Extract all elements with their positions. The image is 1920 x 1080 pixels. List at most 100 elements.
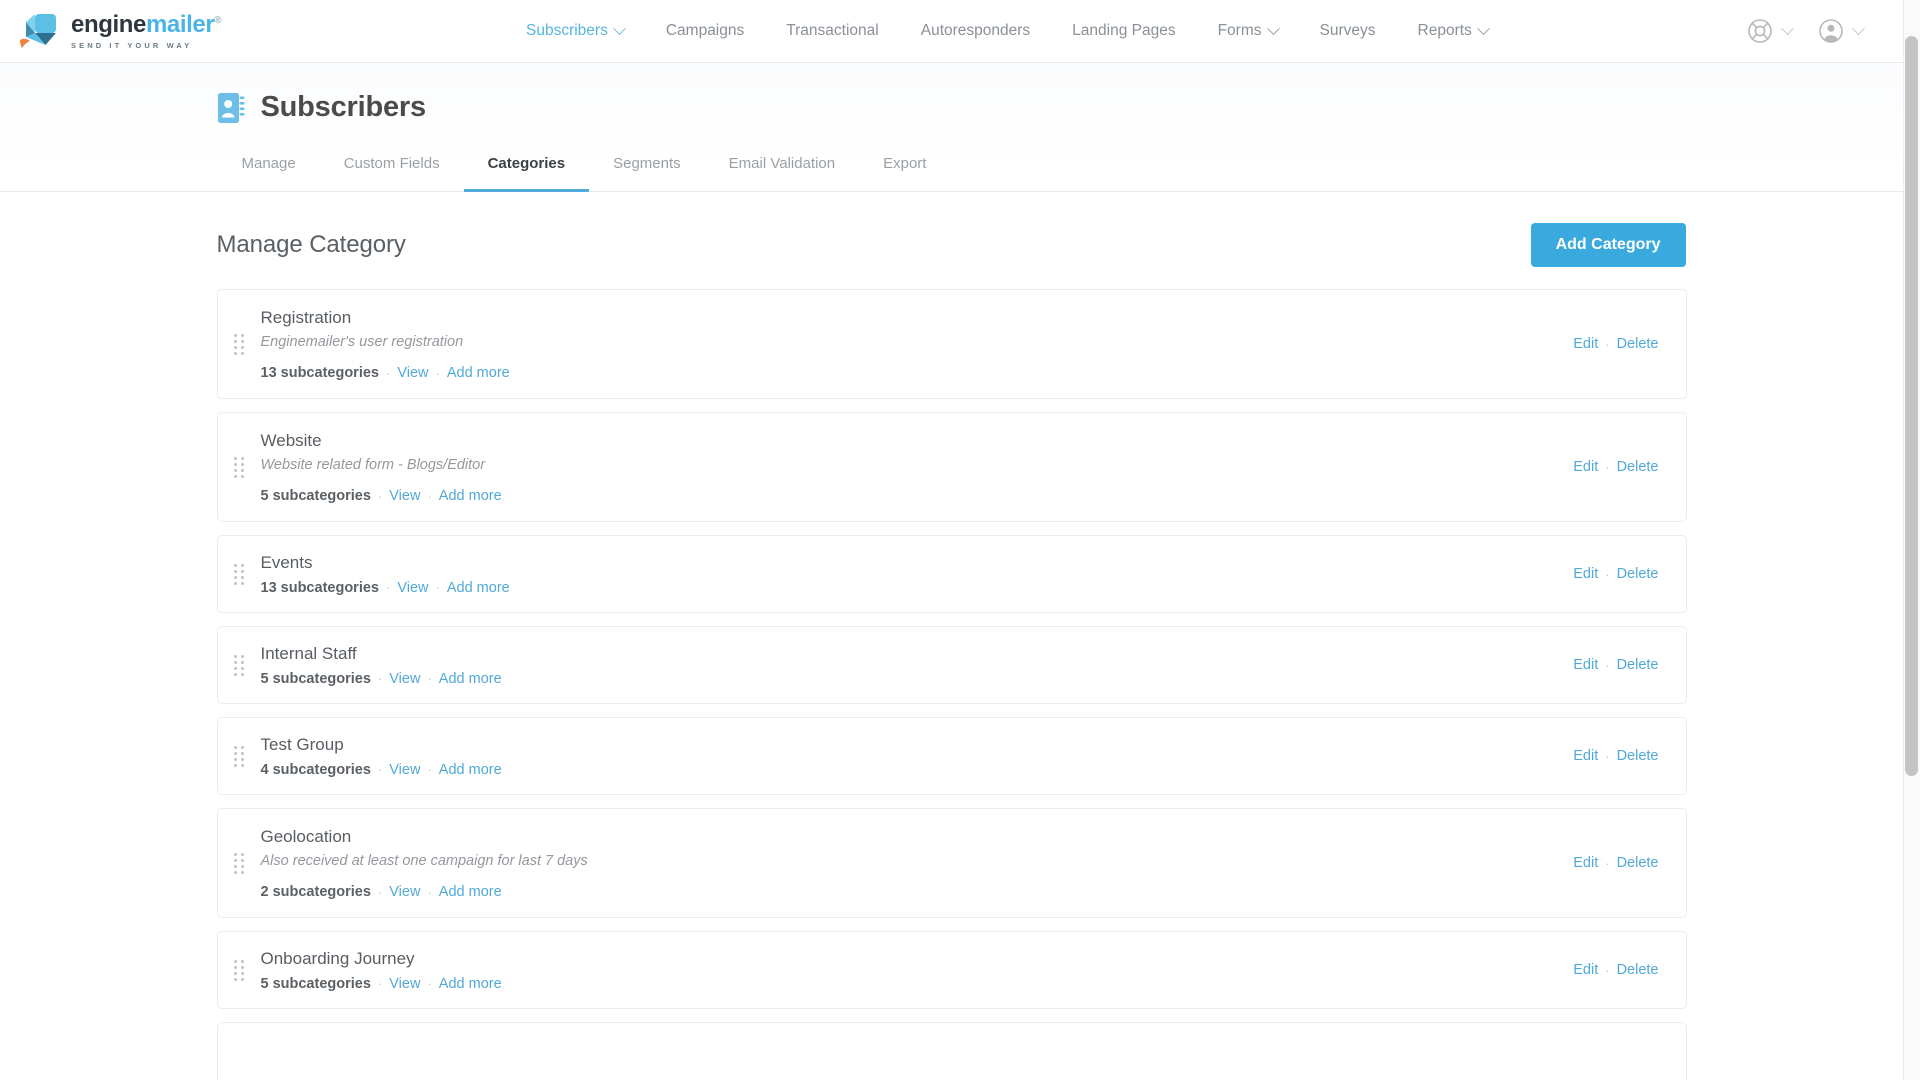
chevron-down-icon bbox=[1852, 21, 1865, 35]
user-account-icon bbox=[1819, 19, 1843, 43]
category-body: Internal Staff 5 subcategories · View · … bbox=[249, 643, 1574, 686]
category-body: Registration Enginemailer's user registr… bbox=[249, 307, 1574, 381]
category-description: Website related form - Blogs/Editor bbox=[260, 457, 486, 474]
category-actions: Edit · Delete bbox=[1573, 962, 1658, 978]
category-card[interactable]: Internal Staff 5 subcategories · View · … bbox=[216, 626, 1687, 704]
vertical-scrollbar-track[interactable] bbox=[1903, 0, 1920, 1080]
category-card[interactable]: Geolocation Also received at least one c… bbox=[216, 808, 1687, 918]
tab-email-validation[interactable]: Email Validation bbox=[705, 145, 859, 192]
separator-dot: · bbox=[1605, 657, 1610, 673]
view-link[interactable]: View bbox=[389, 884, 420, 900]
drag-handle-icon[interactable] bbox=[231, 456, 249, 478]
delete-link[interactable]: Delete bbox=[1617, 336, 1659, 352]
edit-link[interactable]: Edit bbox=[1573, 748, 1598, 764]
tab-custom-fields[interactable]: Custom Fields bbox=[320, 145, 464, 192]
add-more-link[interactable]: Add more bbox=[439, 488, 502, 504]
category-body: Geolocation Also received at least one c… bbox=[249, 826, 1574, 900]
delete-link[interactable]: Delete bbox=[1617, 962, 1659, 978]
drag-handle-icon[interactable] bbox=[231, 745, 249, 767]
nav-item-campaigns[interactable]: Campaigns bbox=[645, 16, 765, 46]
category-card-partial[interactable] bbox=[216, 1022, 1687, 1080]
brand-registered-mark: ® bbox=[214, 14, 222, 26]
lifebuoy-help-icon bbox=[1748, 19, 1772, 43]
separator-dot: · bbox=[427, 976, 432, 992]
view-link[interactable]: View bbox=[389, 976, 420, 992]
category-name: Internal Staff bbox=[260, 644, 357, 664]
nav-item-label: Reports bbox=[1417, 22, 1472, 39]
separator-dot: · bbox=[427, 671, 432, 687]
separator-dot: · bbox=[435, 365, 440, 381]
view-link[interactable]: View bbox=[389, 671, 420, 687]
edit-link[interactable]: Edit bbox=[1573, 657, 1598, 673]
delete-link[interactable]: Delete bbox=[1617, 855, 1659, 871]
separator-dot: · bbox=[377, 671, 383, 687]
category-card[interactable]: Onboarding Journey 5 subcategories · Vie… bbox=[216, 931, 1687, 1009]
separator-dot: · bbox=[427, 884, 432, 900]
nav-item-surveys[interactable]: Surveys bbox=[1299, 16, 1397, 46]
nav-item-subscribers[interactable]: Subscribers bbox=[505, 16, 645, 46]
brand-word-part1: engine bbox=[71, 10, 146, 38]
top-right-actions bbox=[1747, 18, 1865, 44]
delete-link[interactable]: Delete bbox=[1617, 566, 1659, 582]
page-title: Subscribers bbox=[260, 91, 427, 123]
add-more-link[interactable]: Add more bbox=[439, 762, 502, 778]
edit-link[interactable]: Edit bbox=[1573, 566, 1598, 582]
view-link[interactable]: View bbox=[397, 580, 428, 596]
drag-handle-icon[interactable] bbox=[231, 852, 249, 874]
add-more-link[interactable]: Add more bbox=[439, 671, 502, 687]
delete-link[interactable]: Delete bbox=[1617, 459, 1659, 475]
edit-link[interactable]: Edit bbox=[1573, 962, 1598, 978]
separator-dot: · bbox=[1605, 962, 1610, 978]
add-more-link[interactable]: Add more bbox=[447, 365, 510, 381]
help-menu-button[interactable] bbox=[1747, 18, 1794, 44]
vertical-scrollbar-thumb[interactable] bbox=[1905, 36, 1918, 776]
tab-segments[interactable]: Segments bbox=[589, 145, 705, 192]
chevron-down-icon bbox=[1781, 21, 1794, 35]
drag-handle-icon[interactable] bbox=[231, 959, 249, 981]
category-card[interactable]: Test Group 4 subcategories · View · Add … bbox=[216, 717, 1687, 795]
view-link[interactable]: View bbox=[389, 762, 420, 778]
separator-dot: · bbox=[435, 580, 440, 596]
category-name: Test Group bbox=[260, 735, 344, 755]
brand-word-part2: mailer bbox=[145, 10, 215, 38]
brand-wordmark: enginemailer® bbox=[71, 10, 222, 38]
brand-logo[interactable]: enginemailer® SEND IT YOUR WAY bbox=[16, 10, 222, 52]
page-root: enginemailer® SEND IT YOUR WAY Subscribe… bbox=[0, 0, 1903, 1080]
subscriber-tabs: Manage Custom Fields Categories Segments… bbox=[218, 145, 1687, 192]
tab-categories[interactable]: Categories bbox=[463, 145, 590, 192]
tab-export[interactable]: Export bbox=[859, 145, 950, 192]
nav-item-label: Forms bbox=[1217, 22, 1262, 39]
chevron-down-icon bbox=[1476, 21, 1490, 35]
view-link[interactable]: View bbox=[389, 488, 420, 504]
category-card[interactable]: Events 13 subcategories · View · Add mor… bbox=[216, 535, 1687, 613]
nav-item-landing-pages[interactable]: Landing Pages bbox=[1051, 16, 1196, 46]
category-body: Test Group 4 subcategories · View · Add … bbox=[249, 734, 1574, 777]
add-more-link[interactable]: Add more bbox=[447, 580, 510, 596]
drag-handle-icon[interactable] bbox=[231, 333, 249, 355]
category-body: Onboarding Journey 5 subcategories · Vie… bbox=[249, 948, 1574, 991]
nav-item-forms[interactable]: Forms bbox=[1197, 16, 1299, 46]
nav-item-transactional[interactable]: Transactional bbox=[765, 16, 899, 46]
category-card[interactable]: Registration Enginemailer's user registr… bbox=[216, 289, 1687, 399]
category-card[interactable]: Website Website related form - Blogs/Edi… bbox=[216, 412, 1687, 522]
drag-handle-icon[interactable] bbox=[231, 654, 249, 676]
edit-link[interactable]: Edit bbox=[1573, 336, 1598, 352]
add-category-button[interactable]: Add Category bbox=[1530, 223, 1686, 267]
delete-link[interactable]: Delete bbox=[1617, 657, 1659, 673]
delete-link[interactable]: Delete bbox=[1617, 748, 1659, 764]
tab-manage[interactable]: Manage bbox=[218, 145, 320, 192]
subcategory-count: 13 subcategories bbox=[260, 365, 379, 382]
view-link[interactable]: View bbox=[397, 365, 428, 381]
add-more-link[interactable]: Add more bbox=[439, 976, 502, 992]
edit-link[interactable]: Edit bbox=[1573, 855, 1598, 871]
add-more-link[interactable]: Add more bbox=[439, 884, 502, 900]
category-actions: Edit · Delete bbox=[1573, 855, 1658, 871]
nav-item-reports[interactable]: Reports bbox=[1397, 16, 1509, 46]
primary-nav: Subscribers Campaigns Transactional Auto… bbox=[505, 16, 1509, 46]
edit-link[interactable]: Edit bbox=[1573, 459, 1598, 475]
nav-item-autoresponders[interactable]: Autoresponders bbox=[900, 16, 1051, 46]
subcategory-count: 5 subcategories bbox=[260, 488, 371, 505]
subcategory-count: 2 subcategories bbox=[260, 884, 371, 901]
drag-handle-icon[interactable] bbox=[231, 563, 249, 585]
account-menu-button[interactable] bbox=[1818, 18, 1865, 44]
